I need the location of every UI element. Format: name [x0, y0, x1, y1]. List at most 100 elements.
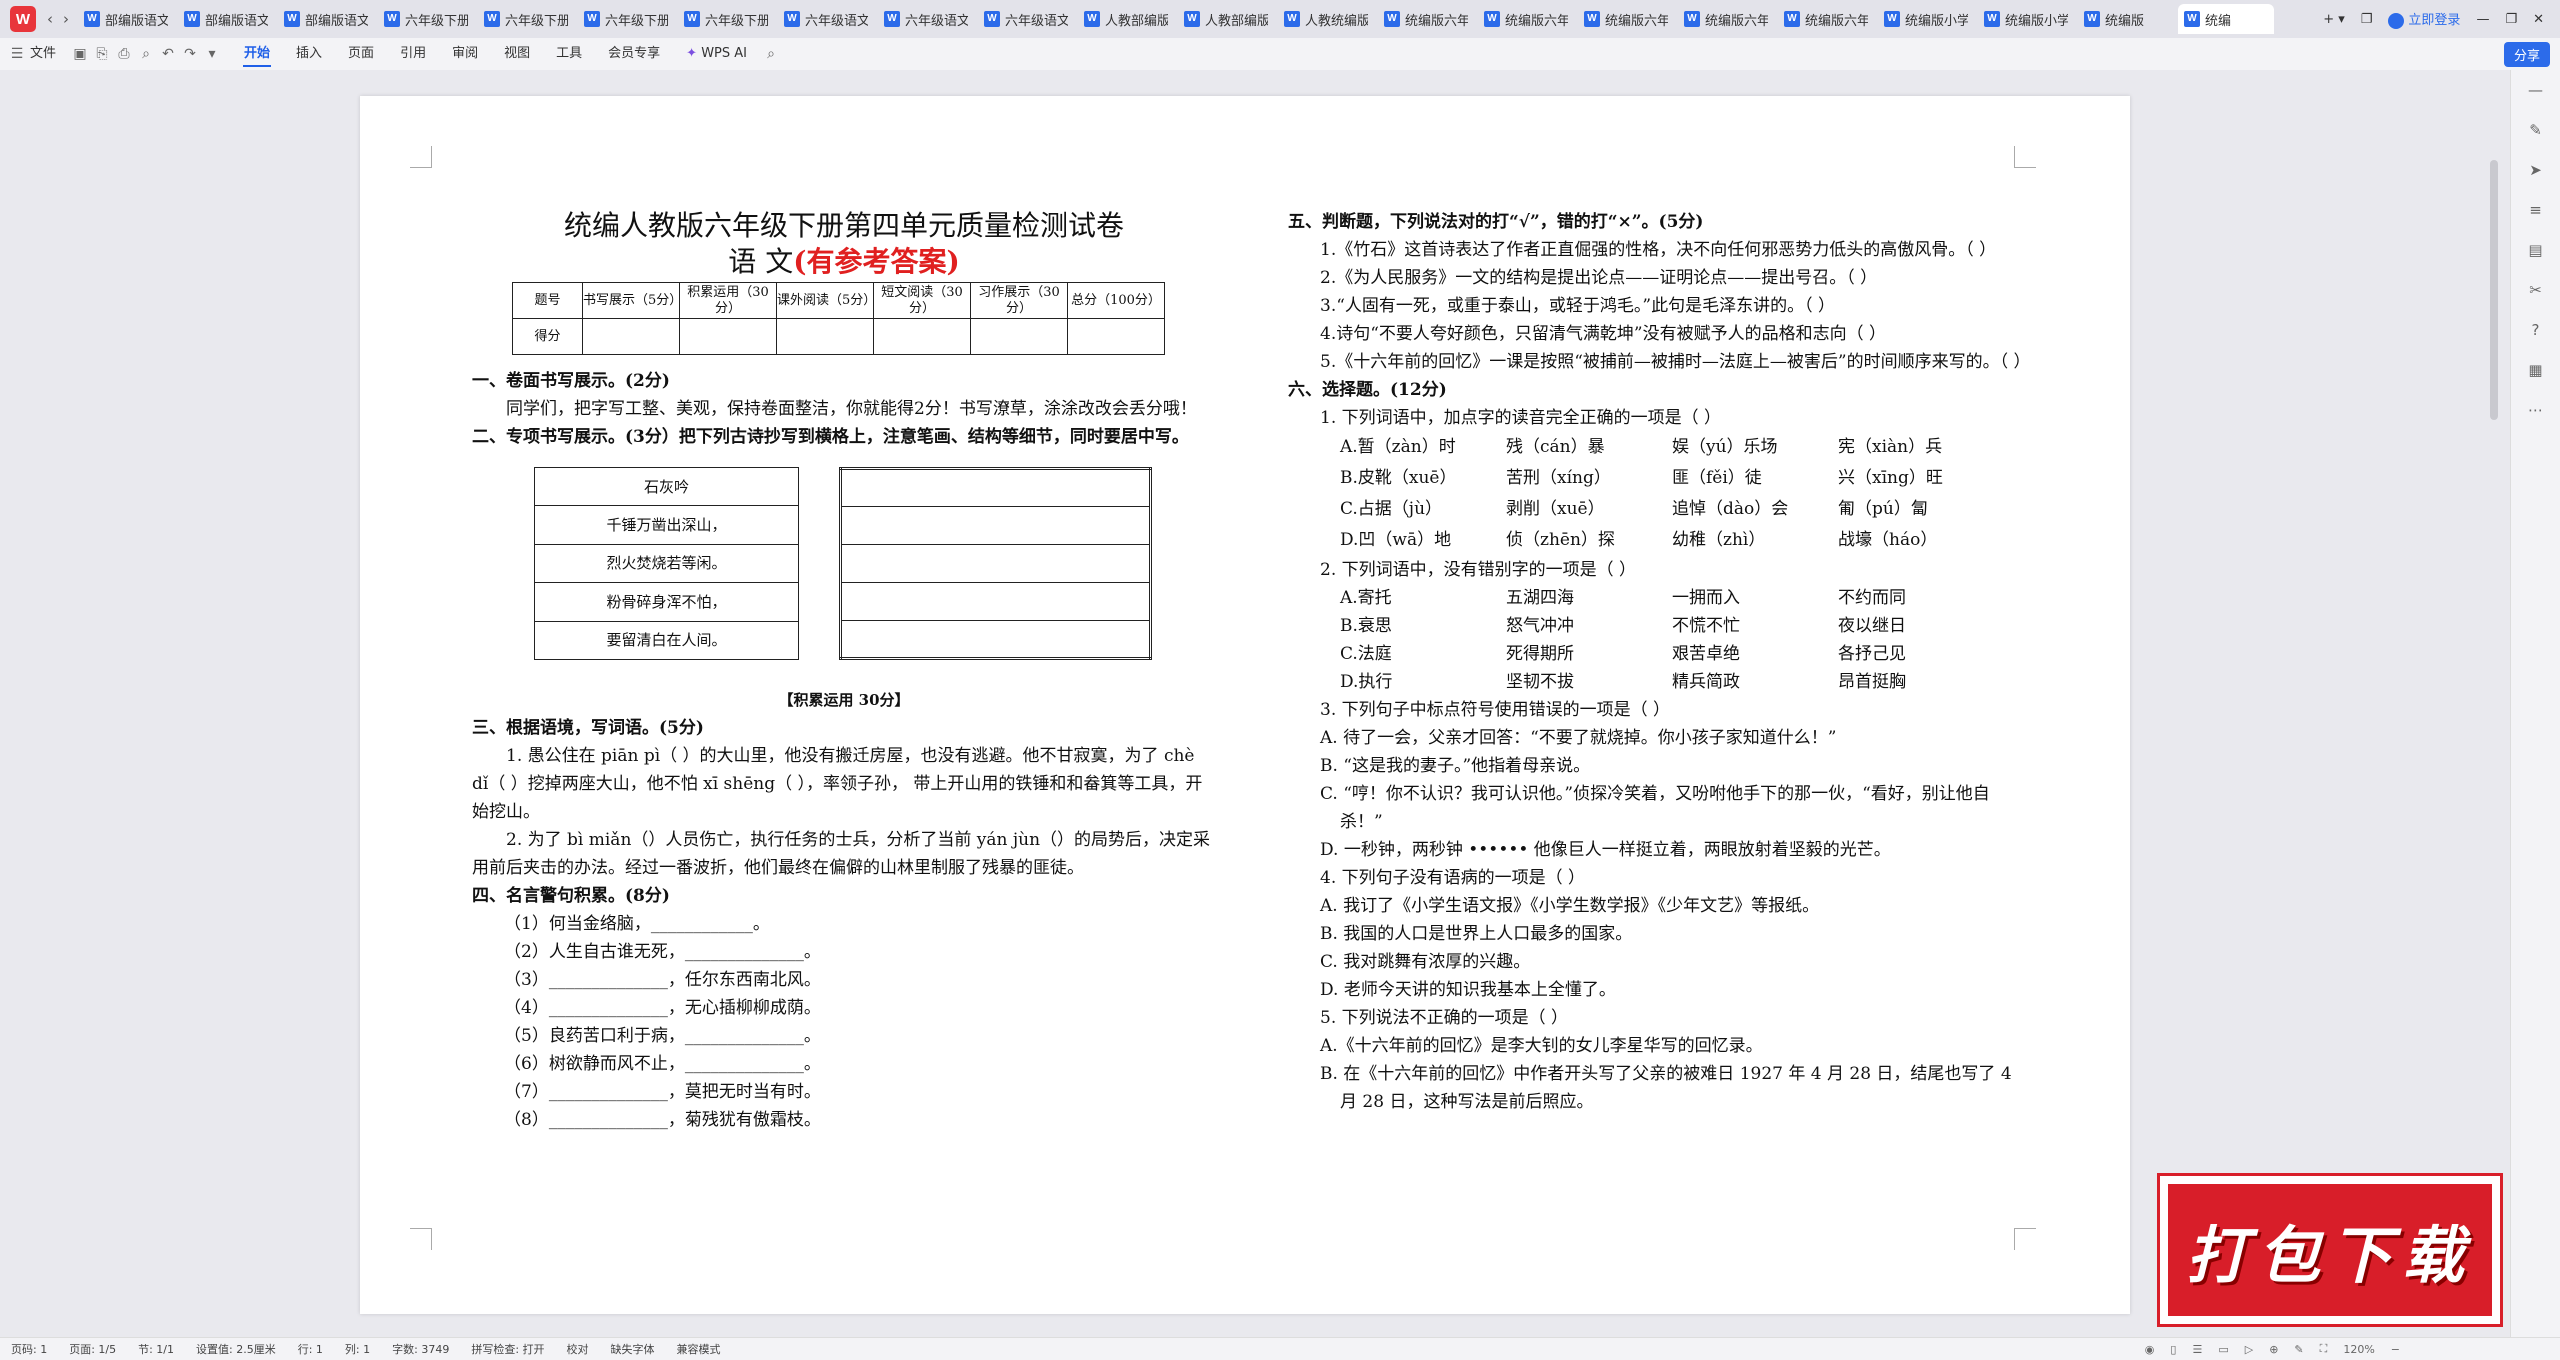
- zoom-level[interactable]: 120%: [2343, 1343, 2374, 1356]
- collapse-icon[interactable]: —: [2511, 70, 2560, 110]
- pen-icon[interactable]: ✎: [2511, 110, 2560, 150]
- tab-document[interactable]: W 统编版: [2078, 4, 2174, 34]
- save-icon[interactable]: ▣: [69, 46, 91, 62]
- menu-tab-5[interactable]: 视图: [491, 38, 543, 70]
- word-doc-icon: W: [684, 11, 700, 27]
- tab-document[interactable]: W 部编版语文: [278, 4, 374, 34]
- status-item[interactable]: 页面: 1/5: [58, 1341, 127, 1357]
- share-button[interactable]: 分享: [2503, 42, 2550, 67]
- download-banner[interactable]: 打包下载: [2160, 1176, 2500, 1324]
- format-icon[interactable]: ▤: [2511, 230, 2560, 270]
- score-cell[interactable]: [970, 318, 1068, 355]
- export-icon[interactable]: ⎘: [91, 46, 113, 62]
- print-icon[interactable]: ⎙: [113, 46, 135, 62]
- tab-document[interactable]: W 六年级语文: [978, 4, 1074, 34]
- document-title: 统编人教版六年级下册第四单元质量检测试卷: [563, 209, 1124, 242]
- web-icon[interactable]: ⊕: [2269, 1343, 2278, 1356]
- close-icon[interactable]: ✕: [2533, 12, 2544, 27]
- page-view-icon[interactable]: ▯: [2170, 1343, 2176, 1356]
- tab-document[interactable]: W 六年级语文: [778, 4, 874, 34]
- layout-icon[interactable]: ▦: [2511, 350, 2560, 390]
- tab-document[interactable]: W 部编版语文: [178, 4, 274, 34]
- play-icon[interactable]: ▷: [2245, 1343, 2253, 1356]
- tab-document[interactable]: W 六年级下册: [678, 4, 774, 34]
- status-item[interactable]: 字数: 3749: [381, 1341, 460, 1357]
- status-item[interactable]: 缺失字体: [600, 1341, 666, 1357]
- menu-file[interactable]: 文件: [28, 38, 69, 70]
- tab-document[interactable]: W 统编版小学: [1878, 4, 1974, 34]
- style-icon[interactable]: ≡: [2511, 190, 2560, 230]
- tab-back-icon[interactable]: ‹: [42, 10, 58, 28]
- search-icon[interactable]: ⌕: [760, 46, 782, 62]
- select-icon[interactable]: ➤: [2511, 150, 2560, 190]
- status-item[interactable]: 节: 1/1: [127, 1341, 185, 1357]
- tab-document[interactable]: W 统编版六年: [1578, 4, 1674, 34]
- menu-tab-1[interactable]: 插入: [283, 38, 335, 70]
- tab-forward-icon[interactable]: ›: [58, 10, 74, 28]
- eye-icon[interactable]: ◉: [2145, 1343, 2155, 1356]
- outline-icon[interactable]: ☰: [2192, 1343, 2202, 1356]
- option-item: A. 待了一会，父亲才回答：“不要了就烧掉。你小孩子家知道什么！”: [1320, 728, 1837, 748]
- status-item[interactable]: 拼写检查: 打开: [460, 1341, 555, 1357]
- menu-icon[interactable]: ☰: [6, 46, 28, 62]
- more-options-icon[interactable]: ⋯: [2511, 390, 2560, 430]
- tab-document[interactable]: W 统编版六年: [1378, 4, 1474, 34]
- tab-document[interactable]: W 统编版六年: [1778, 4, 1874, 34]
- menu-tab-4[interactable]: 审阅: [439, 38, 491, 70]
- option-row: B.衰思 怒气冲冲 不慌不忙 夜以继日: [1340, 612, 2032, 640]
- score-cell[interactable]: [582, 318, 680, 355]
- menu-tab-7[interactable]: 会员专享: [595, 38, 673, 70]
- zoom-out-icon[interactable]: −: [2391, 1343, 2400, 1356]
- writing-grid[interactable]: [839, 467, 1152, 660]
- window-icon[interactable]: ❐: [2361, 12, 2373, 27]
- tab-document[interactable]: W 六年级下册: [578, 4, 674, 34]
- help-icon[interactable]: ?: [2511, 310, 2560, 350]
- tools-icon[interactable]: ✂: [2511, 270, 2560, 310]
- status-item[interactable]: 页码: 1: [0, 1341, 58, 1357]
- undo-icon[interactable]: ↶: [157, 46, 179, 62]
- score-cell[interactable]: [679, 318, 777, 355]
- poem-table: 石灰吟 千锤万凿出深山， 烈火焚烧若等闲。 粉骨碎身浑不怕， 要留清白在人间。: [534, 466, 799, 661]
- menu-tab-0[interactable]: 开始: [231, 38, 283, 70]
- score-cell[interactable]: [776, 318, 874, 355]
- tab-document[interactable]: W 统编版小学: [1978, 4, 2074, 34]
- preview-icon[interactable]: ⌕: [135, 46, 157, 62]
- score-cell[interactable]: [873, 318, 971, 355]
- status-item[interactable]: 设置值: 2.5厘米: [185, 1341, 287, 1357]
- restore-icon[interactable]: ❐: [2505, 12, 2517, 27]
- tab-label: 六年级语文: [1005, 13, 1068, 29]
- score-cell[interactable]: [1067, 318, 1165, 355]
- tab-document[interactable]: W 六年级语文: [878, 4, 974, 34]
- tab-document[interactable]: W 统编: [2178, 4, 2274, 34]
- wps-logo-icon[interactable]: W: [10, 6, 36, 32]
- status-item[interactable]: 兼容模式: [666, 1341, 732, 1357]
- edit-icon[interactable]: ✎: [2294, 1343, 2303, 1356]
- fit-icon[interactable]: ⛶: [2320, 1342, 2328, 1356]
- document-page[interactable]: 统编人教版六年级下册第四单元质量检测试卷 语 文(有参考答案) 题号 书写展示（5…: [360, 96, 2130, 1314]
- menu-tab-2[interactable]: 页面: [335, 38, 387, 70]
- tab-document[interactable]: W 人教部编版: [1178, 4, 1274, 34]
- wps-ai-button[interactable]: ✦ WPS AI: [673, 38, 760, 70]
- more-icon[interactable]: ▾: [201, 46, 223, 62]
- status-item[interactable]: 列: 1: [334, 1341, 381, 1357]
- judgment-item: 2.《为人民服务》一文的结构是提出论点——证明论点——提出号召。（ ）: [1320, 268, 1878, 288]
- tab-document[interactable]: W 统编版六年: [1478, 4, 1574, 34]
- tab-document[interactable]: W 六年级下册: [378, 4, 474, 34]
- option-item: C.法庭: [1340, 644, 1392, 664]
- tab-document[interactable]: W 人教部编版: [1078, 4, 1174, 34]
- status-item[interactable]: 行: 1: [287, 1341, 334, 1357]
- tab-document[interactable]: W 统编版六年: [1678, 4, 1774, 34]
- vertical-scrollbar[interactable]: [2490, 160, 2498, 420]
- login-button[interactable]: 立即登录: [2388, 9, 2460, 29]
- tab-document[interactable]: W 部编版语文: [78, 4, 174, 34]
- read-icon[interactable]: ▭: [2218, 1343, 2228, 1356]
- option-item: 追悼（dào）会: [1672, 499, 1789, 519]
- menu-tab-3[interactable]: 引用: [387, 38, 439, 70]
- tab-document[interactable]: W 人教统编版: [1278, 4, 1374, 34]
- minimize-icon[interactable]: —: [2476, 12, 2489, 27]
- tab-document[interactable]: W 六年级下册: [478, 4, 574, 34]
- redo-icon[interactable]: ↷: [179, 46, 201, 62]
- menu-tab-6[interactable]: 工具: [543, 38, 595, 70]
- add-tab-icon[interactable]: + ▾: [2323, 12, 2345, 27]
- status-item[interactable]: 校对: [556, 1341, 600, 1357]
